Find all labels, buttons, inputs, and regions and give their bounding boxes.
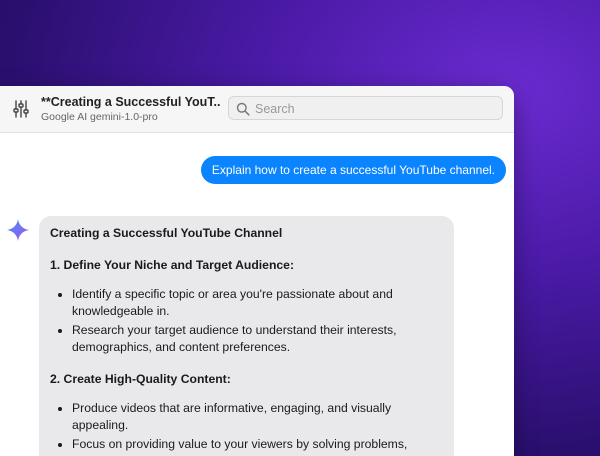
section-title: 1. Define Your Niche and Target Audience… [50, 258, 295, 272]
chat-window: **Creating a Successful YouT... Google A… [0, 86, 514, 456]
conversation-title: **Creating a Successful YouT... [41, 95, 221, 109]
list-item: Identify a specific topic or area you're… [72, 286, 443, 320]
list-item: Produce videos that are informative, eng… [72, 400, 443, 434]
list-item: Focus on providing value to your viewers… [72, 436, 443, 456]
user-message-bubble: Explain how to create a successful YouTu… [200, 156, 506, 184]
gemini-sparkle-icon [6, 218, 30, 242]
bullet-list: Identify a specific topic or area you're… [50, 286, 443, 356]
list-item: Research your target audience to underst… [72, 322, 443, 356]
assistant-message-bubble: Creating a Successful YouTube Channel 1.… [39, 216, 454, 456]
section-title: 2. Create High-Quality Content: [50, 372, 231, 386]
search-input[interactable] [253, 99, 497, 119]
model-name: Google AI gemini-1.0-pro [41, 111, 158, 123]
search-box[interactable] [228, 96, 503, 120]
bullet-list: Produce videos that are informative, eng… [50, 400, 443, 456]
sliders-icon[interactable] [10, 98, 32, 120]
response-heading: Creating a Successful YouTube Channel [50, 226, 283, 240]
conversation-title-block: **Creating a Successful YouT... Google A… [41, 95, 221, 123]
magnifier-icon [236, 102, 250, 116]
toolbar: **Creating a Successful YouT... Google A… [0, 86, 514, 133]
